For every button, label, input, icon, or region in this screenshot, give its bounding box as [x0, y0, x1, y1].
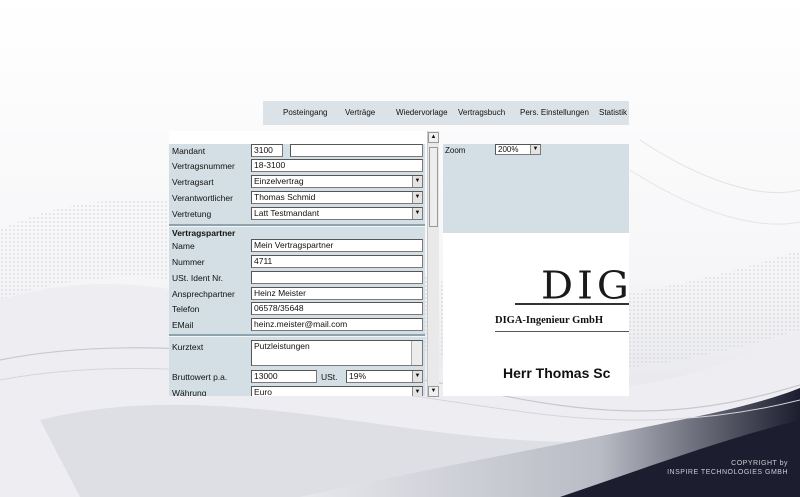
row-nummer: Nummer 4711	[169, 255, 425, 270]
menu-pers-einstellungen[interactable]: Pers. Einstellungen	[520, 108, 589, 117]
zoom-select[interactable]: 200% ▼	[495, 144, 541, 155]
form-scrollbar[interactable]: ▲ ▼	[427, 131, 439, 397]
zoom-value: 200%	[498, 145, 519, 154]
document-preview: DIGA DIGA-Ingenieur GmbH Herr Thomas Sc	[443, 233, 629, 396]
ansprechpartner-field[interactable]: Heinz Meister	[251, 287, 423, 300]
menu-statistik[interactable]: Statistik	[599, 108, 627, 117]
mandant-number-field[interactable]: 3100	[251, 144, 283, 157]
row-name: Name Mein Vertragspartner	[169, 239, 425, 254]
mandant-name-field[interactable]	[290, 144, 423, 157]
doc-logo-underline	[515, 303, 629, 305]
bruttowert-field[interactable]: 13000	[251, 370, 317, 383]
email-field[interactable]: heinz.meister@mail.com	[251, 318, 423, 331]
waehrung-value: Euro	[254, 387, 272, 396]
waehrung-label: Währung	[172, 388, 207, 396]
menu-vertragsbuch[interactable]: Vertragsbuch	[458, 108, 505, 117]
vertretung-label: Vertretung	[172, 209, 212, 219]
ust-ident-field[interactable]	[251, 271, 423, 284]
vertragsart-value: Einzelvertrag	[254, 176, 304, 186]
email-label: EMail	[172, 320, 194, 330]
kurztext-scrollbar[interactable]	[411, 341, 422, 365]
scroll-down-icon[interactable]: ▼	[428, 386, 439, 397]
row-vertragsart: Vertragsart Einzelvertrag ▼	[169, 175, 425, 190]
menu-wiedervorlage[interactable]: Wiedervorlage	[396, 108, 448, 117]
ust-select[interactable]: 19% ▼	[346, 370, 423, 383]
vertragsnummer-label: Vertragsnummer	[172, 161, 235, 171]
copyright-line1: COPYRIGHT by	[731, 460, 788, 467]
menu-vertraege[interactable]: Verträge	[345, 108, 375, 117]
chevron-down-icon[interactable]: ▼	[412, 387, 422, 396]
telefon-label: Telefon	[172, 304, 200, 314]
row-kurztext: Kurztext Putzleistungen	[169, 340, 425, 366]
row-ust-ident: USt. Ident Nr.	[169, 271, 425, 286]
section-divider	[169, 334, 425, 337]
row-ansprechpartner: Ansprechpartner Heinz Meister	[169, 287, 425, 302]
row-telefon: Telefon 06578/35648	[169, 302, 425, 317]
ust-label: USt.	[321, 372, 338, 382]
ansprechpartner-label: Ansprechpartner	[172, 289, 235, 299]
chevron-down-icon[interactable]: ▼	[412, 176, 422, 187]
chevron-down-icon[interactable]: ▼	[530, 145, 540, 154]
row-mandant: Mandant 3100	[169, 144, 425, 159]
verantwortlicher-select[interactable]: Thomas Schmid ▼	[251, 191, 423, 204]
scrollbar-thumb[interactable]	[429, 147, 438, 227]
vertretung-select[interactable]: Latt Testmandant ▼	[251, 207, 423, 220]
doc-recipient: Herr Thomas Sc	[503, 365, 611, 381]
ust-value: 19%	[349, 371, 367, 381]
kurztext-value: Putzleistungen	[254, 341, 310, 351]
vertretung-value: Latt Testmandant	[254, 208, 320, 218]
main-menubar: Posteingang Verträge Wiedervorlage Vertr…	[263, 101, 629, 125]
chevron-down-icon[interactable]: ▼	[412, 371, 422, 382]
vertragsnummer-field[interactable]: 18-3100	[251, 159, 423, 172]
vertragsart-label: Vertragsart	[172, 177, 214, 187]
doc-company: DIGA-Ingenieur GmbH	[495, 315, 604, 326]
row-waehrung: Währung Euro ▼	[169, 386, 425, 396]
copyright-notice: COPYRIGHT by INSPIRE TECHNOLOGIES GMBH	[667, 459, 788, 477]
contract-form: Mandant 3100 Vertragsnummer 18-3100 Vert…	[169, 144, 425, 396]
kurztext-label: Kurztext	[172, 342, 204, 352]
chevron-down-icon[interactable]: ▼	[412, 192, 422, 203]
ust-ident-label: USt. Ident Nr.	[172, 273, 224, 283]
waehrung-select[interactable]: Euro ▼	[251, 386, 423, 396]
row-bruttowert: Bruttowert p.a. 13000 USt. 19% ▼	[169, 370, 425, 385]
bruttowert-label: Bruttowert p.a.	[172, 372, 228, 382]
row-vertragsnummer: Vertragsnummer 18-3100	[169, 159, 425, 174]
doc-logo: DIGA	[541, 264, 629, 308]
section-divider	[169, 224, 425, 227]
copyright-line2: INSPIRE TECHNOLOGIES GMBH	[667, 469, 788, 476]
form-top-strip	[169, 131, 427, 144]
row-vertretung: Vertretung Latt Testmandant ▼	[169, 207, 425, 222]
viewer-toolbar: Zoom 200% ▼	[443, 144, 629, 233]
doc-divider	[495, 331, 629, 332]
scroll-up-icon[interactable]: ▲	[428, 132, 439, 143]
name-label: Name	[172, 241, 195, 251]
vertragsart-select[interactable]: Einzelvertrag ▼	[251, 175, 423, 188]
verantwortlicher-value: Thomas Schmid	[254, 192, 316, 202]
verantwortlicher-label: Verantwortlicher	[172, 193, 233, 203]
kurztext-textarea[interactable]: Putzleistungen	[251, 340, 423, 366]
nummer-label: Nummer	[172, 257, 205, 267]
chevron-down-icon[interactable]: ▼	[412, 208, 422, 219]
name-field[interactable]: Mein Vertragspartner	[251, 239, 423, 252]
zoom-label: Zoom	[445, 146, 466, 155]
row-verantwortlicher: Verantwortlicher Thomas Schmid ▼	[169, 191, 425, 206]
mandant-label: Mandant	[172, 146, 206, 156]
nummer-field[interactable]: 4711	[251, 255, 423, 268]
row-email: EMail heinz.meister@mail.com	[169, 318, 425, 333]
vertragspartner-heading: Vertragspartner	[172, 228, 236, 238]
telefon-field[interactable]: 06578/35648	[251, 302, 423, 315]
menu-posteingang[interactable]: Posteingang	[283, 108, 327, 117]
